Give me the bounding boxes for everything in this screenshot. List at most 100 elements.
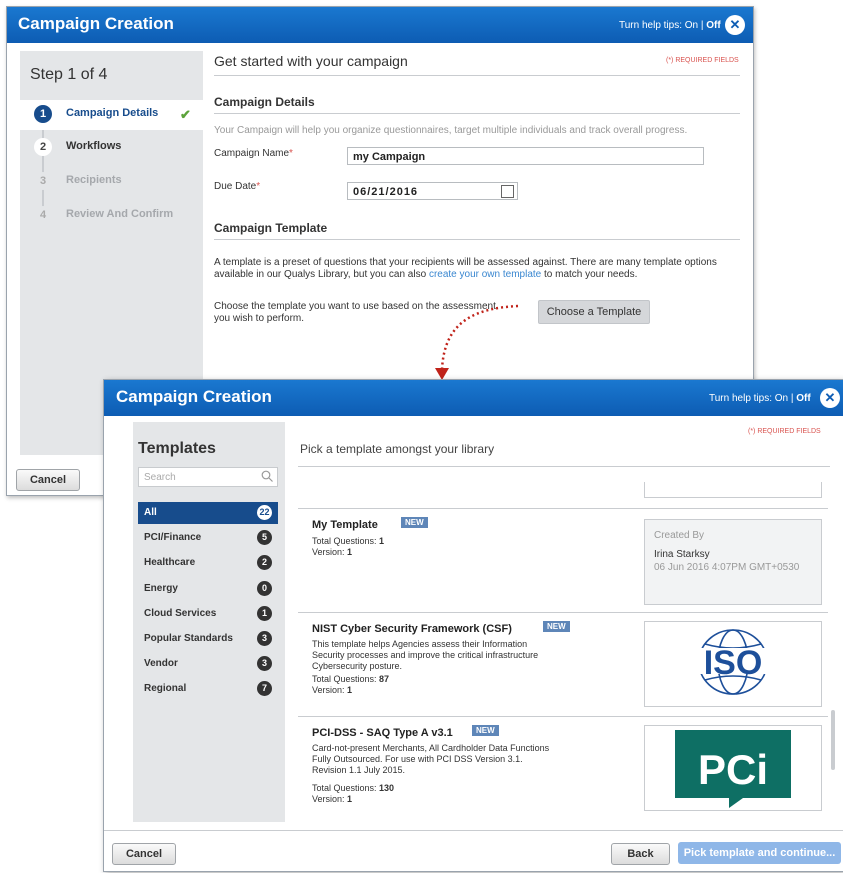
questions-count: 130	[379, 783, 395, 793]
category-count-badge: 0	[257, 581, 272, 596]
iso-logo: ISO	[644, 621, 822, 707]
required-asterisk: *	[289, 148, 293, 159]
step-campaign-details[interactable]: 1 Campaign Details ✔	[20, 100, 203, 130]
template-card-my-template[interactable]: My Template NEW Total Questions: 1 Versi…	[298, 508, 828, 613]
template-description: A template is a preset of questions that…	[214, 257, 744, 281]
desc-line: Security processes and improve the criti…	[312, 650, 539, 660]
step-label: Workflows	[66, 140, 122, 152]
label-text: Campaign Name	[214, 148, 290, 159]
category-count-badge: 3	[257, 631, 272, 646]
title-bar: Campaign Creation Turn help tips: On | O…	[7, 7, 753, 43]
template-text-line1: A template is a preset of questions that…	[214, 257, 717, 268]
divider	[298, 466, 830, 467]
step-header: Step 1 of 4	[30, 66, 108, 83]
calendar-icon[interactable]	[501, 185, 514, 198]
category-cloud-services[interactable]: Cloud Services 1	[138, 603, 278, 625]
help-tips-off[interactable]: Off	[706, 20, 720, 31]
category-count-badge: 7	[257, 681, 272, 696]
title-bar: Campaign Creation Turn help tips: On | O…	[104, 380, 843, 416]
help-tips-toggle[interactable]: Turn help tips: On | Off	[619, 20, 721, 31]
category-vendor[interactable]: Vendor 3	[138, 653, 278, 675]
template-name: My Template	[312, 519, 378, 531]
library-heading: Pick a template amongst your library	[300, 442, 495, 456]
category-popular-standards[interactable]: Popular Standards 3	[138, 628, 278, 650]
create-template-link[interactable]: create your own template	[429, 269, 541, 280]
version-number: 1	[347, 794, 353, 804]
category-pci-finance[interactable]: PCI/Finance 5	[138, 527, 278, 549]
category-label: PCI/Finance	[144, 532, 202, 543]
due-date-input[interactable]: 06/21/2016	[347, 182, 518, 200]
step-number: 2	[34, 138, 52, 156]
window-title: Campaign Creation	[116, 387, 272, 406]
category-label: Cloud Services	[144, 608, 217, 619]
details-heading: Campaign Details	[214, 95, 315, 109]
help-tips-label: Turn help tips: On |	[619, 20, 707, 31]
template-text-line2: available in our Qualys Library, but you…	[214, 269, 429, 280]
scrollbar[interactable]	[831, 710, 835, 770]
required-fields-note: (*) REQUIRED FIELDS	[748, 428, 821, 435]
questions-label: Total Questions:	[312, 536, 380, 546]
category-count-badge: 2	[257, 555, 272, 570]
step-recipients: 3 Recipients	[20, 167, 203, 197]
search-input[interactable]: Search	[138, 467, 278, 487]
version-number: 1	[347, 685, 353, 695]
category-regional[interactable]: Regional 7	[138, 678, 278, 700]
due-date-label: Due Date*	[214, 181, 260, 192]
choose-template-button[interactable]: Choose a Template	[538, 300, 650, 324]
template-meta: Total Questions: 87 Version: 1	[312, 674, 389, 696]
close-icon[interactable]: ✕	[820, 388, 840, 408]
help-tips-toggle[interactable]: Turn help tips: On | Off	[709, 393, 811, 404]
template-meta: Total Questions: 1 Version: 1	[312, 536, 384, 558]
category-count-badge: 5	[257, 530, 272, 545]
category-label: Vendor	[144, 658, 178, 669]
checkmark-icon: ✔	[180, 107, 191, 122]
created-by-box: Created By Irina Starksy 06 Jun 2016 4:0…	[644, 519, 822, 605]
category-all[interactable]: All 22	[138, 502, 278, 524]
desc-line: Revision 1.1 July 2015.	[312, 765, 406, 775]
cancel-button[interactable]: Cancel	[16, 469, 80, 491]
search-icon[interactable]	[261, 470, 273, 482]
back-button[interactable]: Back	[611, 843, 670, 865]
label-text: Due Date	[214, 181, 257, 192]
campaign-name-input[interactable]: my Campaign	[347, 147, 704, 165]
template-name: NIST Cyber Security Framework (CSF)	[312, 623, 512, 635]
new-badge: NEW	[472, 725, 499, 736]
pci-logo: PCi	[644, 725, 822, 811]
pci-logo-graphic: PCi	[675, 730, 791, 808]
category-label: Popular Standards	[144, 633, 233, 644]
templates-sidebar: Templates Search All 22 PCI/Finance 5 Heal…	[133, 422, 285, 822]
questions-label: Total Questions:	[312, 674, 380, 684]
help-tips-off[interactable]: Off	[796, 393, 810, 404]
questions-label: Total Questions:	[312, 783, 380, 793]
template-card-nist-csf[interactable]: NIST Cyber Security Framework (CSF) NEW …	[298, 612, 828, 717]
pick-template-continue-button[interactable]: Pick template and continue...	[678, 842, 841, 864]
details-hint: Your Campaign will help you organize que…	[214, 125, 688, 136]
version-number: 1	[347, 547, 353, 557]
step-label: Review And Confirm	[66, 208, 174, 220]
step-number: 1	[34, 105, 52, 123]
divider	[214, 75, 740, 76]
divider	[214, 113, 740, 114]
template-meta: Total Questions: 130 Version: 1	[312, 783, 394, 805]
flow-arrow	[435, 304, 519, 380]
template-heading: Campaign Template	[214, 221, 328, 235]
close-icon[interactable]: ✕	[725, 15, 745, 35]
campaign-name-label: Campaign Name*	[214, 148, 293, 159]
due-date-value: 06/21/2016	[353, 186, 419, 198]
step-workflows[interactable]: 2 Workflows	[20, 133, 203, 163]
desc-line: Card-not-present Merchants, All Cardhold…	[312, 743, 550, 753]
category-energy[interactable]: Energy 0	[138, 578, 278, 600]
desc-line: Cybersecurity posture.	[312, 661, 403, 671]
version-label: Version:	[312, 547, 348, 557]
category-healthcare[interactable]: Healthcare 2	[138, 552, 278, 574]
category-count-badge: 1	[257, 606, 272, 621]
template-name: PCI-DSS - SAQ Type A v3.1	[312, 727, 453, 739]
required-fields-note: (*) REQUIRED FIELDS	[666, 57, 739, 64]
new-badge: NEW	[401, 517, 428, 528]
version-label: Version:	[312, 794, 348, 804]
version-label: Version:	[312, 685, 348, 695]
template-card-pci-dss[interactable]: PCI-DSS - SAQ Type A v3.1 NEW Card-not-p…	[298, 716, 828, 821]
category-label: Regional	[144, 683, 187, 694]
cancel-button[interactable]: Cancel	[112, 843, 176, 865]
template-description: Card-not-present Merchants, All Cardhold…	[312, 743, 602, 776]
